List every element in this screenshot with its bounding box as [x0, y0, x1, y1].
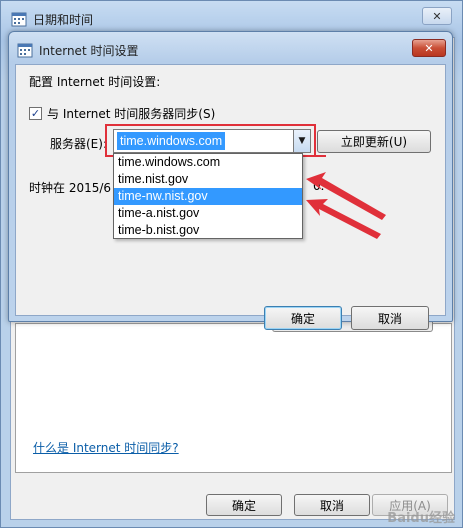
annotation-arrow-lower — [306, 199, 381, 239]
annotation-arrows — [306, 172, 386, 239]
watermark-logo: Baidu经验 — [387, 511, 455, 526]
